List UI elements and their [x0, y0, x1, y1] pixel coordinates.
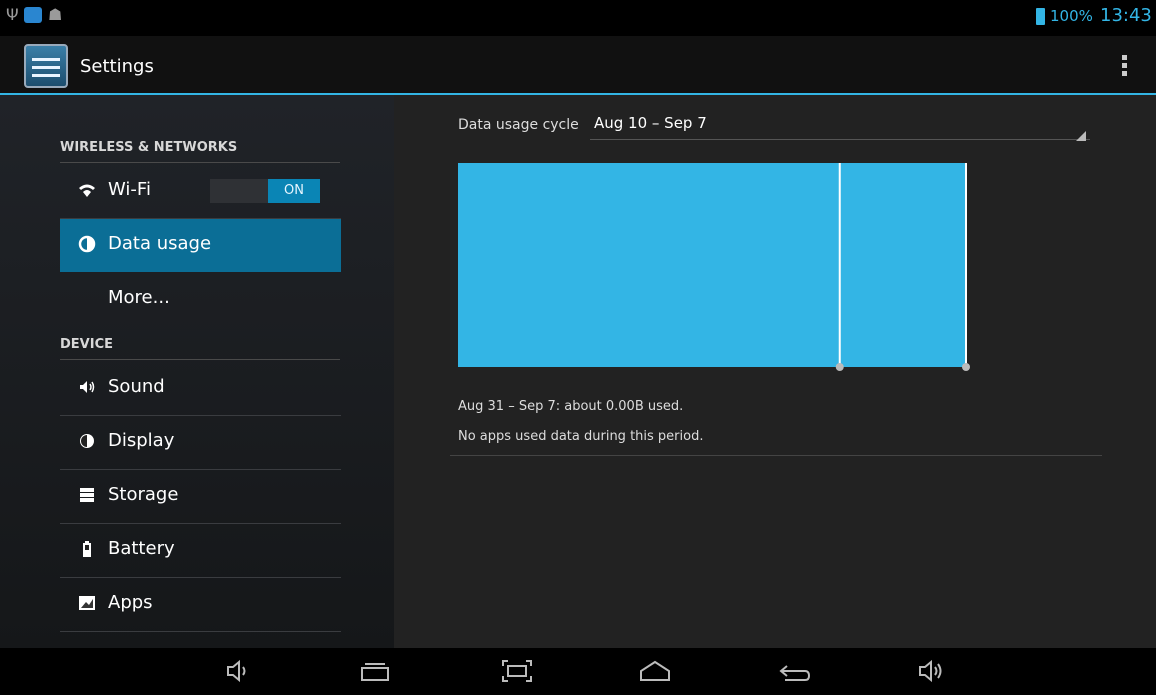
storage-icon: [78, 486, 96, 504]
sidebar-item-display[interactable]: Display: [60, 416, 341, 469]
section-header-wireless: WIRELESS & NETWORKS: [60, 140, 238, 155]
divider: [60, 359, 340, 360]
wifi-icon: [78, 181, 96, 199]
sidebar-item-apps[interactable]: Apps: [60, 578, 341, 631]
home-icon[interactable]: [635, 656, 675, 686]
sidebar-item-label: Battery: [108, 538, 175, 559]
sidebar-item-label: Apps: [108, 592, 153, 613]
dropdown-arrow-icon[interactable]: [1076, 131, 1086, 141]
display-icon: [78, 432, 96, 450]
sidebar-item-storage[interactable]: Storage: [60, 470, 341, 523]
sidebar-item-wifi[interactable]: Wi-Fi ON: [60, 165, 341, 218]
cycle-select[interactable]: Aug 10 – Sep 7: [594, 114, 707, 132]
sidebar-item-label: Data usage: [108, 233, 212, 254]
sidebar-item-label: Wi-Fi: [108, 179, 151, 200]
no-apps-message: No apps used data during this period.: [458, 429, 704, 444]
navigation-bar: [0, 648, 1156, 695]
usage-chart[interactable]: [458, 161, 978, 373]
sidebar-item-data-usage[interactable]: Data usage: [60, 219, 341, 272]
battery-level: 100%: [1050, 7, 1093, 25]
back-icon[interactable]: [775, 656, 815, 686]
usage-summary: Aug 31 – Sep 7: about 0.00B used.: [458, 399, 684, 414]
data-usage-panel: Data usage cycle Aug 10 – Sep 7 Aug 31 –…: [394, 95, 1156, 648]
divider: [60, 162, 340, 163]
sidebar-item-label: More...: [108, 287, 170, 308]
wifi-toggle[interactable]: ON: [210, 179, 320, 203]
settings-sidebar: WIRELESS & NETWORKS Wi-Fi ON Data usage …: [0, 95, 394, 648]
sidebar-item-sound[interactable]: Sound: [60, 362, 341, 415]
sidebar-item-label: Display: [108, 430, 175, 451]
sound-icon: [78, 378, 96, 396]
volume-down-icon[interactable]: [220, 656, 260, 686]
divider: [60, 631, 341, 632]
battery-settings-icon: [78, 540, 96, 558]
divider: [450, 455, 1102, 456]
apps-icon: [78, 594, 96, 612]
battery-icon: [1036, 8, 1045, 25]
selection-end-handle[interactable]: [962, 363, 970, 371]
cycle-select-underline: [590, 139, 1090, 140]
sidebar-item-battery[interactable]: Battery: [60, 524, 341, 577]
sidebar-item-more[interactable]: More...: [60, 273, 341, 326]
overflow-menu-icon[interactable]: [1114, 52, 1134, 78]
screenshot-icon[interactable]: [497, 656, 537, 686]
sidebar-item-label: Sound: [108, 376, 165, 397]
cycle-label: Data usage cycle: [458, 117, 579, 133]
clock: 13:43: [1100, 5, 1152, 26]
action-bar: Settings: [0, 36, 1156, 94]
settings-app-icon[interactable]: [24, 44, 68, 88]
usb-icon: Ψ: [6, 5, 19, 24]
selection-start-handle[interactable]: [835, 363, 844, 371]
page-title: Settings: [80, 56, 154, 77]
section-header-device: DEVICE: [60, 337, 113, 352]
mail-icon: [24, 7, 42, 23]
volume-up-icon[interactable]: [914, 656, 954, 686]
status-bar: Ψ ☗ 100% 13:43: [0, 0, 1156, 36]
sidebar-item-label: Storage: [108, 484, 179, 505]
recent-apps-icon[interactable]: [355, 656, 395, 686]
data-usage-icon: [78, 235, 96, 253]
wifi-toggle-state: ON: [268, 179, 320, 203]
android-icon: ☗: [48, 5, 63, 24]
usage-area: [458, 163, 967, 367]
